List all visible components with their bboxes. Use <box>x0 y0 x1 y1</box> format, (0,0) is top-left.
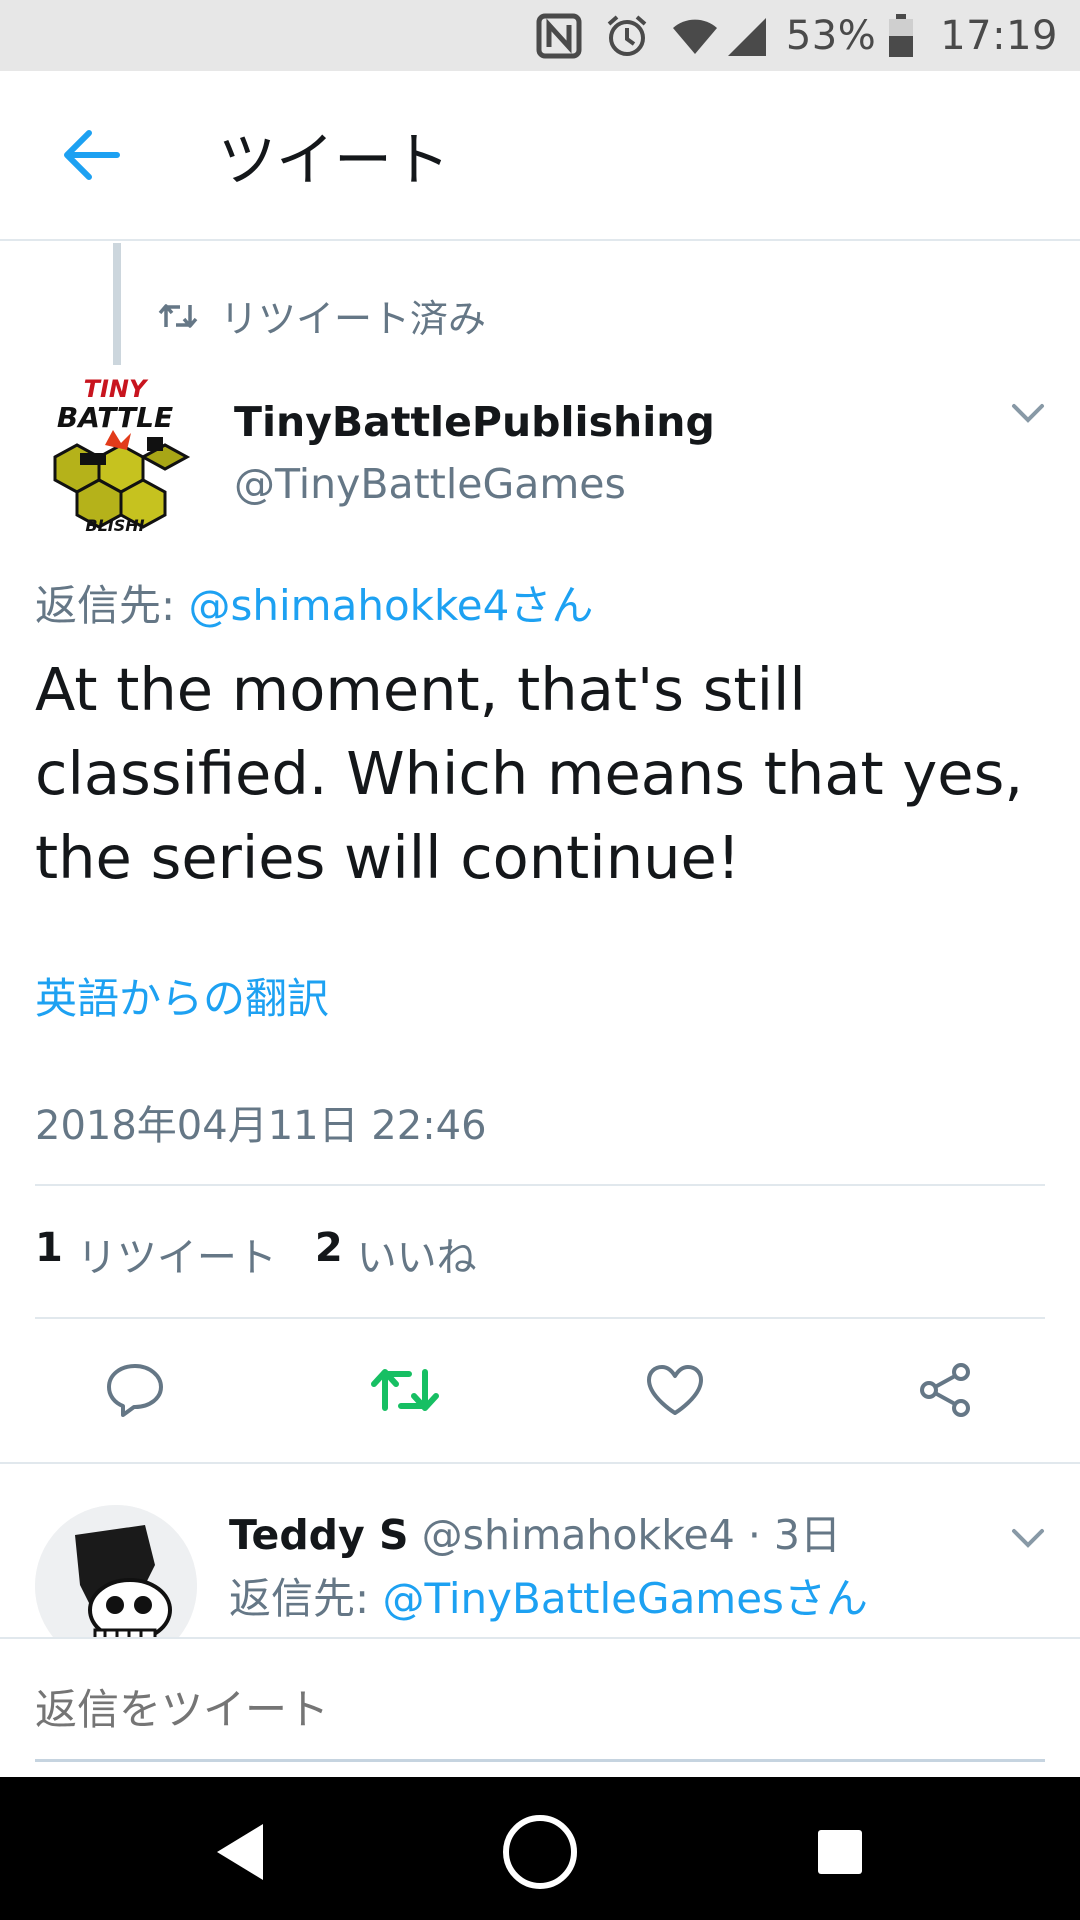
tweet-timestamp: 2018年04月11日 22:46 <box>35 1103 487 1149</box>
reply-to: 返信先: @TinyBattleGamesさん <box>229 1565 868 1626</box>
reply-button[interactable] <box>95 1350 175 1430</box>
reply-input[interactable] <box>35 1685 1035 1734</box>
clock: 17:19 <box>940 12 1058 59</box>
retweet-context-label: リツイート済み <box>220 297 487 341</box>
retweet-count: 1 <box>35 1225 63 1271</box>
android-nav-bar <box>0 1777 1080 1920</box>
back-arrow-icon <box>64 130 120 180</box>
author-handle[interactable]: @TinyBattleGames <box>234 460 626 508</box>
reply-author-name[interactable]: Teddy S <box>229 1511 409 1559</box>
reply-to-mention[interactable]: @shimahokke4さん <box>189 581 594 630</box>
nav-recents-button[interactable] <box>795 1807 885 1897</box>
author-name[interactable]: TinyBattlePublishing <box>234 398 715 446</box>
signal-icon <box>726 16 768 56</box>
reply-to-mention[interactable]: @TinyBattleGamesさん <box>383 1574 868 1623</box>
reply-to-prefix: 返信先: <box>35 581 189 630</box>
logo-text-bottom: BLISHI <box>85 516 144 535</box>
battery-icon <box>888 13 914 58</box>
chevron-down-icon <box>1012 404 1044 423</box>
tweet-menu-button[interactable] <box>1008 400 1048 430</box>
chevron-down-icon <box>1012 1529 1044 1548</box>
share-icon <box>920 1363 970 1417</box>
retweet-icon <box>158 303 198 328</box>
app-header: ツイート <box>0 71 1080 241</box>
reply-menu-button[interactable] <box>1008 1525 1048 1555</box>
reply-tweet[interactable]: Teddy S @shimahokke4 · 3日 返信先: @TinyBatt… <box>0 1465 1080 1637</box>
tweet-stats: 1 リツイート 2 いいね <box>35 1225 515 1283</box>
nav-back-icon <box>217 1824 263 1880</box>
like-count: 2 <box>314 1225 343 1271</box>
reply-composer <box>0 1637 1080 1777</box>
translate-link[interactable]: 英語からの翻訳 <box>35 965 329 1026</box>
retweet-stat[interactable]: 1 リツイート <box>35 1225 277 1283</box>
wifi-icon <box>672 16 718 56</box>
retweet-stat-label: リツイート <box>76 1235 277 1281</box>
divider <box>35 1184 1045 1186</box>
like-stat-label: いいね <box>356 1235 477 1281</box>
reply-avatar[interactable] <box>35 1505 197 1637</box>
nav-recents-icon <box>818 1830 862 1874</box>
battery-percent: 53% <box>785 12 877 59</box>
reply-time: · 3日 <box>734 1511 842 1559</box>
reply-input-underline <box>35 1759 1045 1762</box>
reply-to-prefix: 返信先: <box>229 1574 383 1623</box>
page-title: ツイート <box>218 126 451 194</box>
nav-home-icon <box>503 1815 577 1889</box>
divider <box>35 1317 1045 1319</box>
retweet-button[interactable] <box>365 1350 445 1430</box>
nav-back-button[interactable] <box>196 1807 286 1897</box>
retweet-icon <box>371 1369 439 1411</box>
like-stat[interactable]: 2 いいね <box>315 1225 477 1283</box>
tweet-actions <box>0 1350 1080 1430</box>
retweet-context: リツイート済み <box>158 288 486 343</box>
heart-icon <box>647 1365 703 1415</box>
tiny-battle-logo: TINY BATTLE BLISHI <box>35 375 195 535</box>
status-bar: 53% 17:19 <box>0 0 1080 71</box>
alarm-icon <box>604 13 650 59</box>
like-button[interactable] <box>635 1350 715 1430</box>
reply-icon <box>107 1364 163 1417</box>
reply-to: 返信先: @shimahokke4さん <box>35 572 593 633</box>
share-button[interactable] <box>905 1350 985 1430</box>
skull-icon <box>35 1505 197 1637</box>
divider <box>0 1462 1080 1464</box>
reply-header: Teddy S @shimahokke4 · 3日 <box>229 1501 841 1561</box>
logo-text-mid: BATTLE <box>57 401 173 434</box>
nav-home-button[interactable] <box>495 1807 585 1897</box>
author-avatar[interactable]: TINY BATTLE BLISHI <box>35 375 195 535</box>
back-button[interactable] <box>55 119 127 191</box>
nfc-icon <box>536 13 582 59</box>
logo-text-top: TINY <box>84 375 149 403</box>
thread-line <box>113 243 121 365</box>
reply-author-handle[interactable]: @shimahokke4 <box>422 1511 735 1559</box>
tweet-text: At the moment, that's still classified. … <box>35 655 1024 892</box>
